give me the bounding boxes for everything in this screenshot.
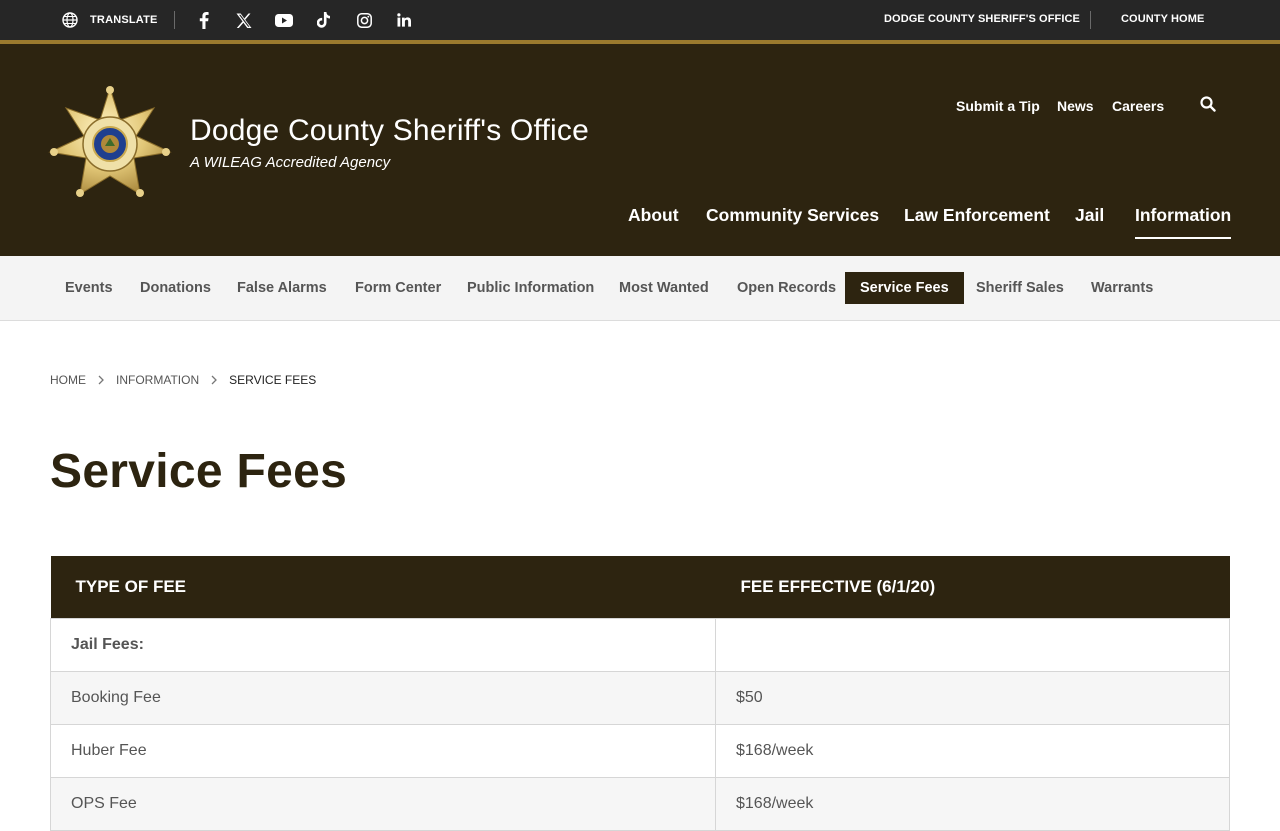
top-utility-bar: TRANSLATE DODGE COUNTY SHERIFF'S OFFICE … [0, 0, 1280, 40]
fee-type-cell: OPS Fee [50, 776, 716, 831]
translate-button[interactable]: TRANSLATE [62, 11, 158, 29]
subnav-false-alarms[interactable]: False Alarms [222, 272, 342, 304]
search-icon [1200, 96, 1216, 112]
careers-link[interactable]: Careers [1112, 98, 1164, 114]
subnav-warrants[interactable]: Warrants [1076, 272, 1168, 304]
x-icon[interactable] [234, 10, 254, 30]
subnav-events[interactable]: Events [50, 272, 128, 304]
subnav-form-center[interactable]: Form Center [340, 272, 456, 304]
column-header-fee: FEE EFFECTIVE (6/1/20) [715, 556, 1230, 618]
sheriff-badge-logo[interactable] [48, 86, 172, 206]
table-row: Booking Fee $50 [50, 670, 1230, 725]
news-link[interactable]: News [1057, 98, 1094, 114]
tiktok-icon[interactable] [314, 10, 334, 30]
globe-icon [62, 12, 78, 28]
submit-tip-link[interactable]: Submit a Tip [956, 98, 1040, 114]
subnav-public-information[interactable]: Public Information [452, 272, 609, 304]
fee-amount-cell: $168/week [715, 723, 1230, 778]
nav-community-services[interactable]: Community Services [706, 205, 879, 226]
section-subnav: Events Donations False Alarms Form Cente… [0, 256, 1280, 321]
column-header-type: TYPE OF FEE [50, 556, 716, 618]
site-title[interactable]: Dodge County Sheriff's Office [190, 114, 589, 148]
search-button[interactable] [1200, 96, 1220, 116]
nav-law-enforcement[interactable]: Law Enforcement [904, 205, 1050, 226]
breadcrumb-home[interactable]: HOME [50, 373, 86, 387]
subnav-open-records[interactable]: Open Records [722, 272, 851, 304]
nav-jail[interactable]: Jail [1075, 205, 1104, 226]
breadcrumb-information[interactable]: INFORMATION [116, 373, 199, 387]
nav-about[interactable]: About [628, 205, 679, 226]
chevron-right-icon [98, 375, 104, 385]
subnav-sheriff-sales[interactable]: Sheriff Sales [961, 272, 1079, 304]
subnav-donations[interactable]: Donations [125, 272, 226, 304]
topbar-divider [174, 11, 175, 29]
fee-amount-cell: $168/week [715, 776, 1230, 831]
county-home-link[interactable]: COUNTY HOME [1121, 13, 1204, 25]
facebook-icon[interactable] [194, 10, 214, 30]
nav-information[interactable]: Information [1135, 205, 1232, 239]
site-subtitle: A WILEAG Accredited Agency [190, 154, 391, 171]
fee-type-cell: Jail Fees: [50, 617, 716, 672]
table-row: Huber Fee $168/week [50, 723, 1230, 778]
page-title: Service Fees [50, 445, 348, 498]
service-fees-table: TYPE OF FEE FEE EFFECTIVE (6/1/20) Jail … [50, 556, 1230, 831]
fee-type-cell: Huber Fee [50, 723, 716, 778]
sheriff-office-link[interactable]: DODGE COUNTY SHERIFF'S OFFICE [884, 13, 1080, 25]
youtube-icon[interactable] [274, 10, 294, 30]
breadcrumb: HOME INFORMATION SERVICE FEES [50, 373, 316, 387]
fee-amount-cell: $50 [715, 670, 1230, 725]
subnav-service-fees[interactable]: Service Fees [845, 272, 964, 304]
translate-label: TRANSLATE [90, 14, 158, 26]
table-row: Jail Fees: [50, 617, 1230, 672]
breadcrumb-current: SERVICE FEES [229, 373, 317, 387]
subnav-most-wanted[interactable]: Most Wanted [604, 272, 724, 304]
topbar-divider [1090, 11, 1091, 29]
fee-type-cell: Booking Fee [50, 670, 716, 725]
fee-amount-cell [715, 617, 1230, 672]
chevron-right-icon [211, 375, 218, 385]
table-header-row: TYPE OF FEE FEE EFFECTIVE (6/1/20) [50, 556, 1230, 618]
table-row: OPS Fee $168/week [50, 776, 1230, 831]
instagram-icon[interactable] [354, 10, 374, 30]
site-header: Dodge County Sheriff's Office A WILEAG A… [0, 44, 1280, 256]
linkedin-icon[interactable] [394, 10, 414, 30]
